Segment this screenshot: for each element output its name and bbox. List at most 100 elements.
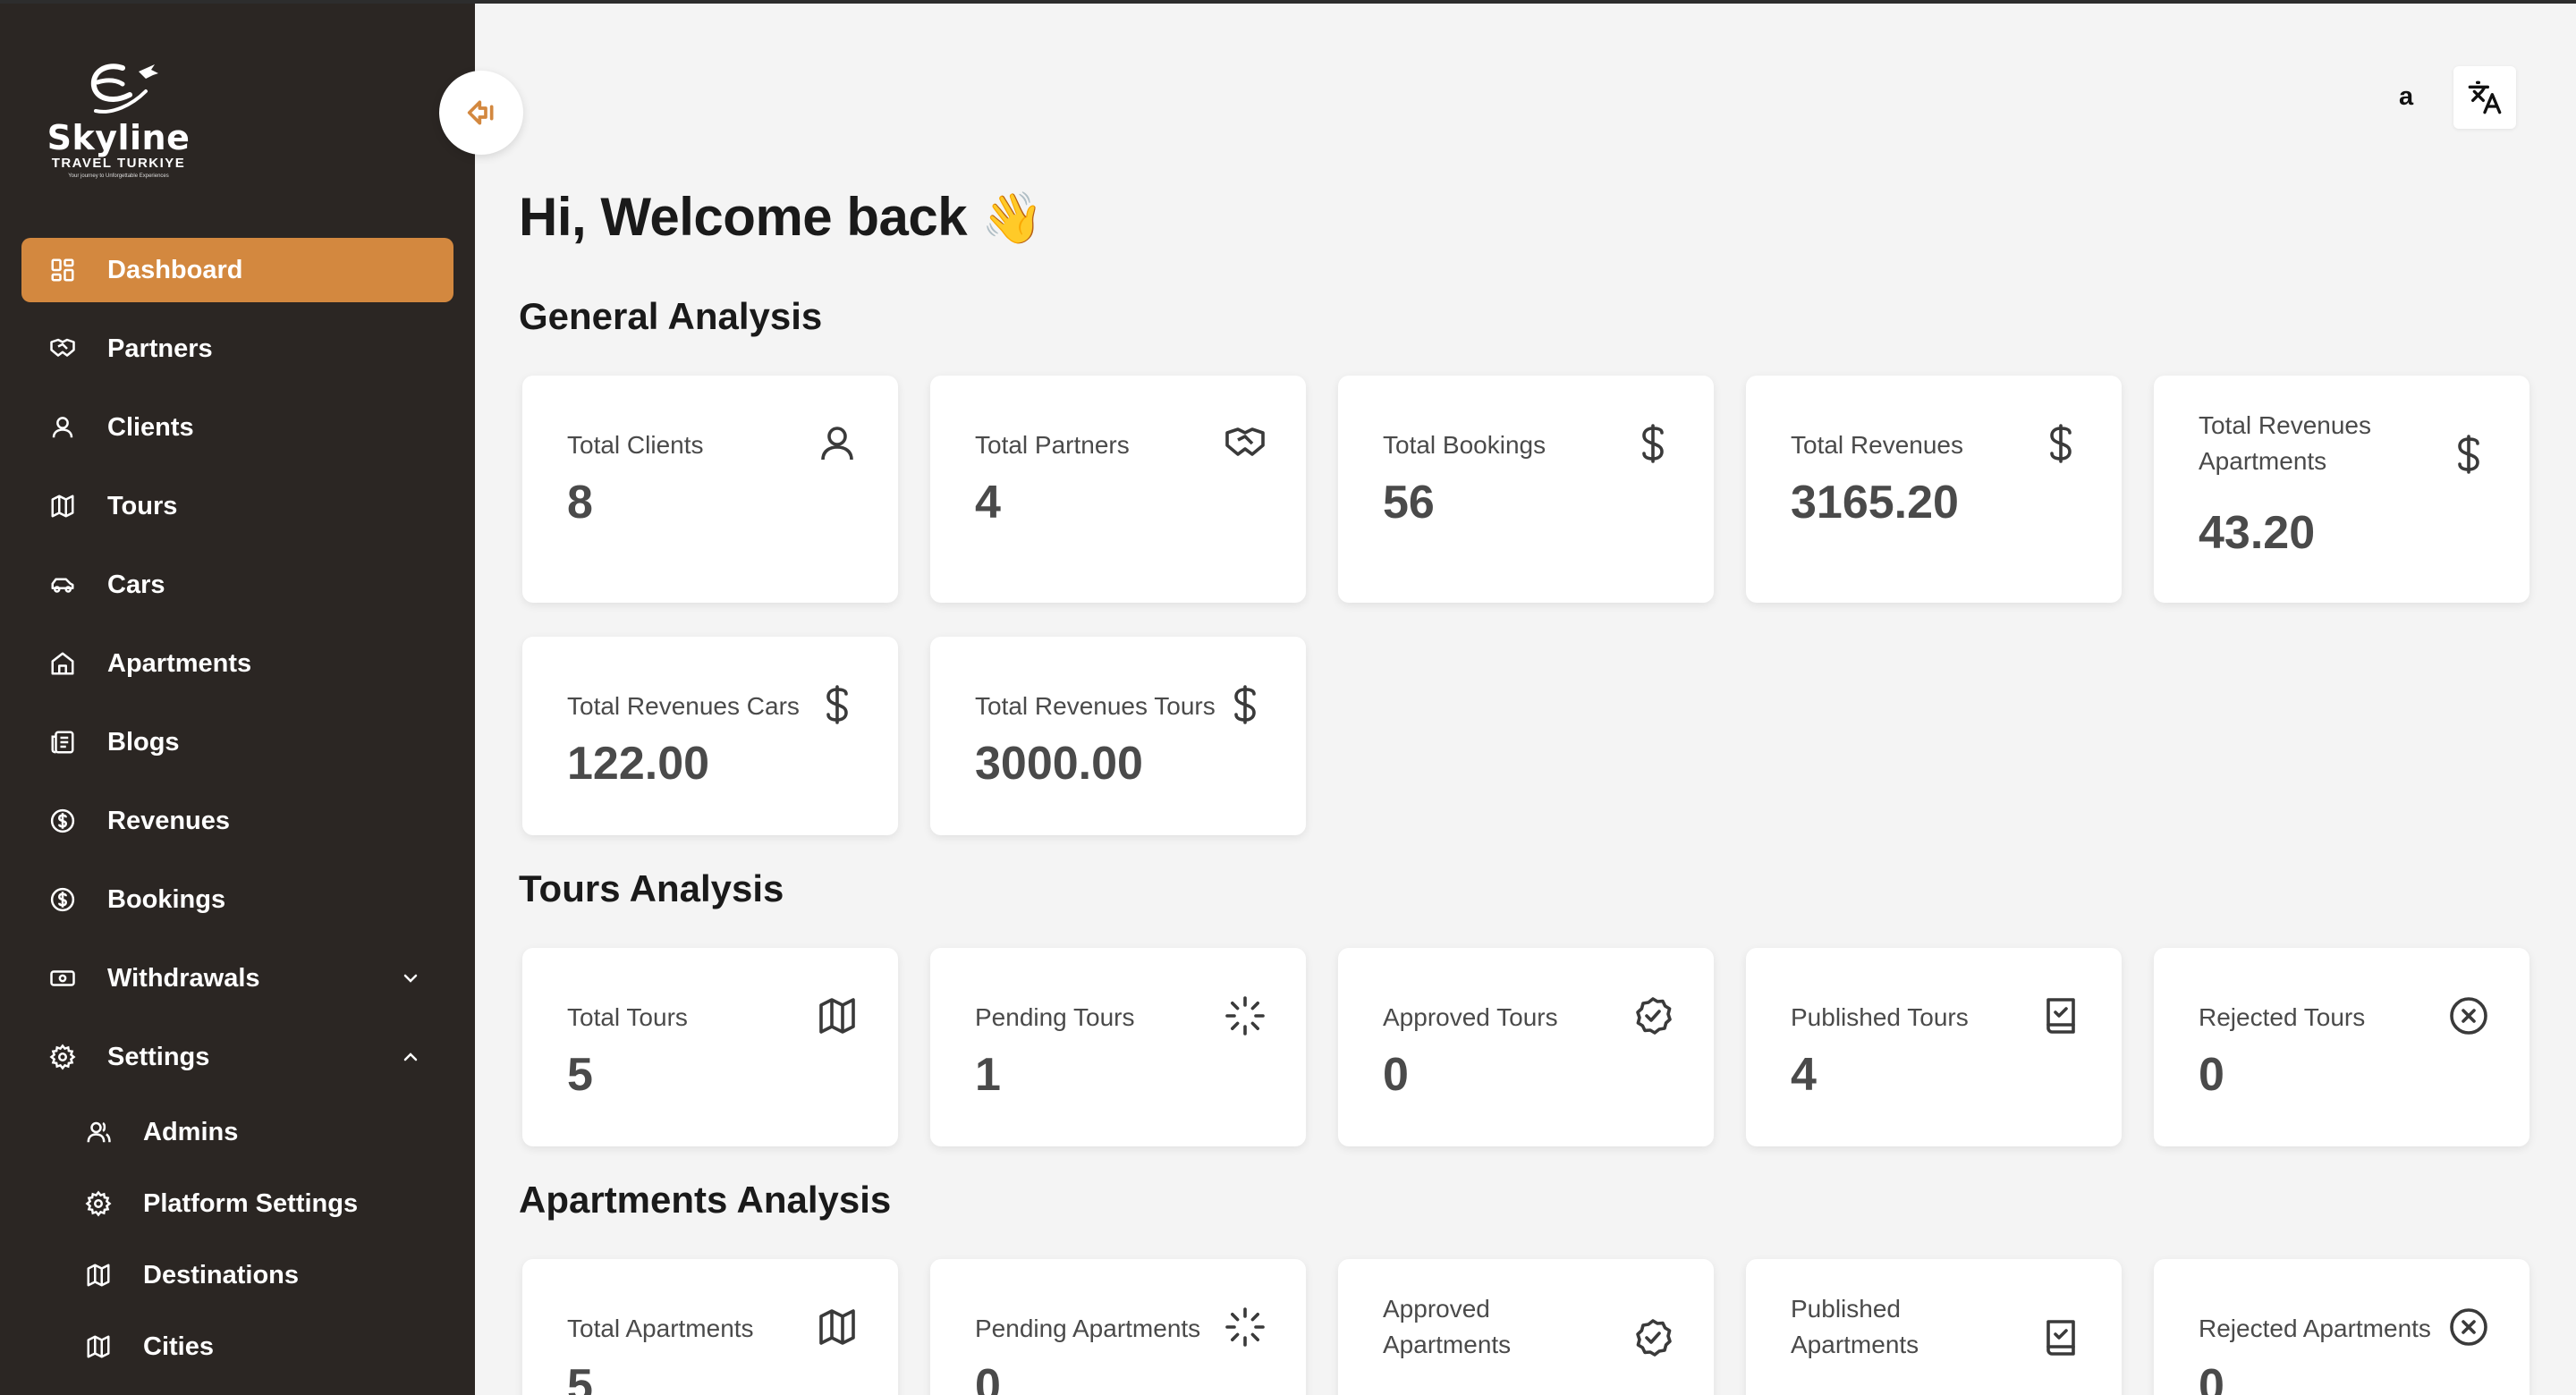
- translate-icon: [2468, 80, 2502, 114]
- greeting-text: Hi, Welcome back: [519, 187, 968, 247]
- stat-label: Total Revenues Apartments: [2199, 411, 2372, 475]
- check-badge-icon: [1636, 997, 1672, 1035]
- section-title-tours: Tours Analysis: [519, 867, 784, 909]
- map-icon: [819, 998, 855, 1034]
- map-icon: [84, 1332, 113, 1361]
- stat-label: Total Apartments: [567, 1315, 754, 1342]
- stat-value: 0: [975, 1360, 1001, 1395]
- sidebar-item-label: Bookings: [107, 884, 226, 914]
- map-icon: [84, 1261, 113, 1289]
- sidebar-item-blogs[interactable]: Blogs: [21, 710, 453, 774]
- sidebar-subitem-platform-settings[interactable]: Platform Settings: [21, 1175, 453, 1232]
- stat-card-approved-apartments[interactable]: Approved Apartments: [1338, 1259, 1714, 1395]
- sidebar-subitem-admins[interactable]: Admins: [21, 1103, 453, 1161]
- dollar-circle-icon: [48, 807, 77, 835]
- stat-card-total-apartments[interactable]: Total Apartments 5: [522, 1259, 898, 1395]
- handshake-icon: [48, 334, 77, 363]
- collapse-arrow-icon: [467, 100, 494, 125]
- sidebar-item-cars[interactable]: Cars: [21, 553, 453, 617]
- sidebar-item-clients[interactable]: Clients: [21, 395, 453, 460]
- sidebar-item-tours[interactable]: Tours: [21, 474, 453, 538]
- stat-value: 0: [2199, 1049, 2224, 1101]
- sidebar-subitem-label: Destinations: [143, 1260, 300, 1289]
- window-top-border: [0, 0, 2576, 4]
- stat-card-published-tours[interactable]: Published Tours 4: [1746, 948, 2122, 1146]
- stat-value: 4: [975, 477, 1001, 528]
- stat-card-total-bookings[interactable]: Total Bookings 56: [1338, 376, 1714, 603]
- sidebar-item-withdrawals[interactable]: Withdrawals: [21, 946, 453, 1010]
- stat-label: Published Apartments: [1791, 1295, 1919, 1358]
- section-title-apartments: Apartments Analysis: [519, 1179, 892, 1221]
- stat-value: 5: [567, 1049, 593, 1101]
- newspaper-icon: [48, 728, 77, 757]
- sidebar-item-settings[interactable]: Settings: [21, 1025, 453, 1089]
- car-icon: [48, 571, 77, 599]
- stat-label: Total Tours: [567, 1003, 688, 1031]
- x-circle-icon: [2450, 997, 2487, 1035]
- stat-value: 3000.00: [975, 738, 1143, 790]
- user-avatar-initial[interactable]: a: [2399, 82, 2413, 112]
- gear-icon: [84, 1189, 113, 1218]
- stat-card-total-partners[interactable]: Total Partners 4: [930, 376, 1306, 603]
- plane-swirl-icon: [90, 63, 158, 114]
- stat-card-approved-tours[interactable]: Approved Tours 0: [1338, 948, 1714, 1146]
- stat-label: Rejected Tours: [2199, 1003, 2366, 1031]
- sidebar-subitem-label: Cities: [143, 1332, 214, 1361]
- map-icon: [819, 1309, 855, 1345]
- sidebar-item-apartments[interactable]: Apartments: [21, 631, 453, 696]
- handshake-icon: [1225, 427, 1265, 456]
- stat-card-total-revenues-tours[interactable]: Total Revenues Tours 3000.00: [930, 637, 1306, 835]
- stat-label: Total Clients: [567, 431, 704, 459]
- gear-icon: [48, 1043, 77, 1071]
- sidebar-item-label: Revenues: [107, 806, 231, 835]
- section-title-general: General Analysis: [519, 295, 823, 337]
- brand-logo[interactable]: Skyline TRAVEL TURKIYE Your journey to U…: [45, 59, 192, 193]
- sidebar-item-dashboard[interactable]: Dashboard: [21, 238, 453, 302]
- stat-value: 43.20: [2199, 507, 2316, 559]
- sidebar-subitem-label: Admins: [143, 1117, 239, 1146]
- stat-card-total-tours[interactable]: Total Tours 5: [522, 948, 898, 1146]
- map-icon: [48, 492, 77, 520]
- stat-label: Approved Apartments: [1383, 1295, 1512, 1358]
- sidebar-subitem-destinations[interactable]: Destinations: [21, 1247, 453, 1304]
- sidebar-subitem-label: Platform Settings: [143, 1188, 359, 1218]
- stat-value: 0: [1383, 1049, 1409, 1101]
- stat-card-rejected-apartments[interactable]: Rejected Apartments 0: [2154, 1259, 2529, 1395]
- stat-card-total-revenues[interactable]: Total Revenues 3165.20: [1746, 376, 2122, 603]
- loader-icon: [1225, 996, 1265, 1036]
- book-check-icon: [2046, 1320, 2075, 1356]
- stat-card-rejected-tours[interactable]: Rejected Tours 0: [2154, 948, 2529, 1146]
- stat-label: Rejected Apartments: [2199, 1315, 2431, 1342]
- stat-card-total-clients[interactable]: Total Clients 8: [522, 376, 898, 603]
- stat-value: 56: [1383, 477, 1435, 528]
- sidebar-item-revenues[interactable]: Revenues: [21, 789, 453, 853]
- stat-card-total-revenues-cars[interactable]: Total Revenues Cars 122.00: [522, 637, 898, 835]
- chevron-up-icon: [403, 1053, 418, 1061]
- sidebar-item-label: Withdrawals: [107, 963, 260, 993]
- stat-card-pending-tours[interactable]: Pending Tours 1: [930, 948, 1306, 1146]
- stat-label: Total Revenues Tours: [975, 692, 1216, 720]
- sidebar-item-label: Cars: [107, 570, 165, 599]
- user-icon: [821, 427, 853, 461]
- sidebar-item-partners[interactable]: Partners: [21, 317, 453, 381]
- x-circle-icon: [2450, 1308, 2487, 1346]
- dollar-icon: [826, 685, 848, 724]
- stat-label: Total Revenues Cars: [567, 692, 800, 720]
- page-greeting: Hi, Welcome back 👋: [519, 186, 1044, 248]
- language-button[interactable]: [2453, 66, 2516, 129]
- home-icon: [48, 649, 77, 678]
- check-badge-icon: [1636, 1319, 1672, 1357]
- users-icon: [84, 1118, 113, 1146]
- banknote-icon: [48, 964, 77, 993]
- stat-card-pending-apartments[interactable]: Pending Apartments 0: [930, 1259, 1306, 1395]
- stat-card-published-apartments[interactable]: Published Apartments: [1746, 1259, 2122, 1395]
- sidebar-item-bookings[interactable]: Bookings: [21, 867, 453, 932]
- sidebar-collapse-button[interactable]: [439, 71, 523, 155]
- dollar-icon: [2458, 435, 2479, 474]
- stat-card-total-revenues-apartments[interactable]: Total Revenues Apartments 43.20: [2154, 376, 2529, 603]
- stat-label: Approved Tours: [1383, 1003, 1558, 1031]
- dollar-circle-icon: [48, 885, 77, 914]
- stat-value: 122.00: [567, 738, 710, 790]
- dollar-icon: [1642, 424, 1664, 463]
- sidebar-subitem-cities[interactable]: Cities: [21, 1318, 453, 1375]
